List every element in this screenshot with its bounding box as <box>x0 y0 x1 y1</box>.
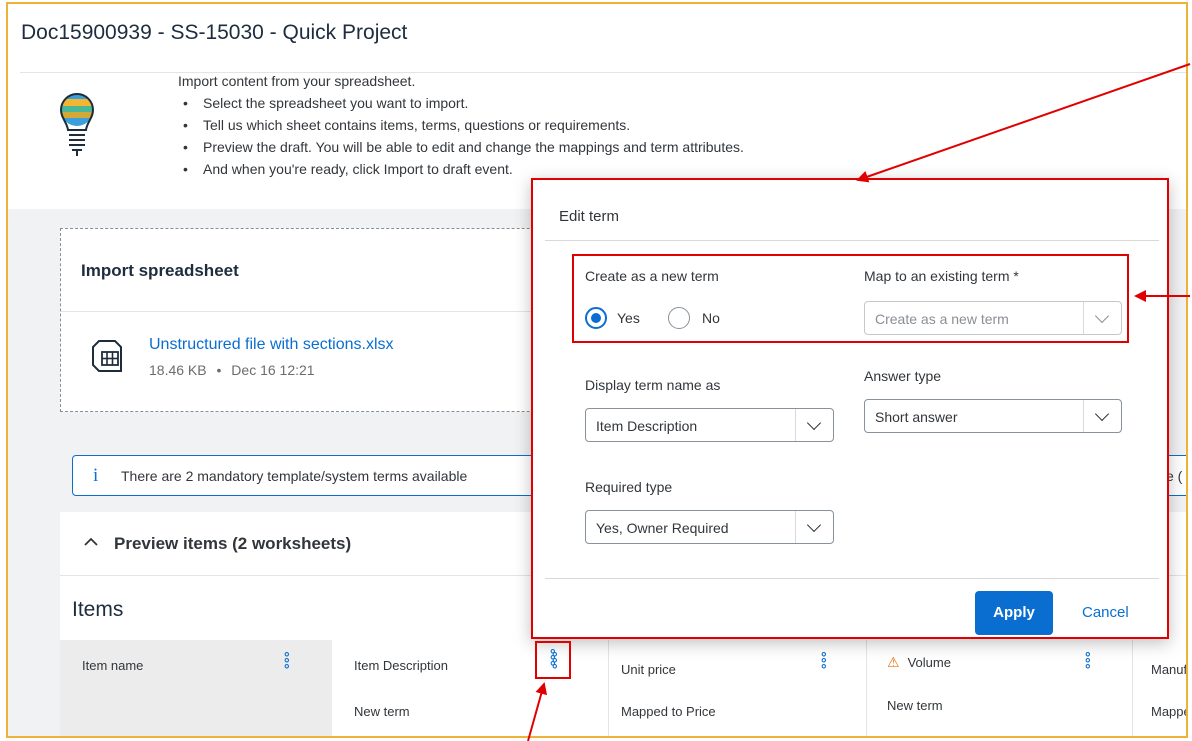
file-size: 18.46 KB <box>149 362 207 378</box>
intro-bullet: And when you're ready, click Import to d… <box>178 158 744 180</box>
required-type-label: Required type <box>585 479 673 495</box>
column-header: Item name <box>82 658 144 673</box>
intro-bullet: Tell us which sheet contains items, term… <box>178 114 744 136</box>
app-frame: Doc15900939 - SS-15030 - Quick Project I… <box>6 2 1188 738</box>
column-mapping: Mapped to Price <box>621 704 716 719</box>
chevron-down-icon[interactable] <box>1083 400 1121 432</box>
required-type-select[interactable]: Yes, Owner Required <box>585 510 834 544</box>
column-volume[interactable]: ⚠ Volume New term ° ° ° <box>867 640 1131 736</box>
column-item-name[interactable]: Item name ° ° ° <box>60 640 332 736</box>
display-term-name-label: Display term name as <box>585 377 721 393</box>
yes-radio[interactable] <box>585 307 607 329</box>
map-existing-term-value: Create as a new term <box>875 311 1009 327</box>
map-existing-term-select[interactable]: Create as a new term <box>864 301 1122 335</box>
column-mapping: New term <box>887 698 943 713</box>
answer-type-label: Answer type <box>864 368 942 384</box>
column-mapping: New term <box>354 704 410 719</box>
create-new-term-label: Create as a new term <box>585 268 719 284</box>
no-radio-label[interactable]: No <box>702 310 720 326</box>
cancel-button[interactable]: Cancel <box>1082 604 1129 621</box>
intro-text: Import content from your spreadsheet. Se… <box>178 70 744 180</box>
answer-type-select[interactable]: Short answer <box>864 399 1122 433</box>
spreadsheet-file-icon <box>92 340 122 372</box>
dialog-footer-divider <box>545 578 1159 579</box>
column-menu-icon[interactable]: ° ° ° <box>550 647 556 673</box>
info-message-text: There are 2 mandatory template/system te… <box>121 468 468 484</box>
column-menu-icon[interactable]: ° ° ° <box>1085 650 1091 676</box>
intro-bullet: Preview the draft. You will be able to e… <box>178 136 744 158</box>
chevron-down-icon[interactable] <box>795 511 833 543</box>
import-spreadsheet-title: Import spreadsheet <box>81 261 239 280</box>
display-term-name-select[interactable]: Item Description <box>585 408 834 442</box>
display-term-name-value: Item Description <box>596 418 698 434</box>
no-radio[interactable] <box>668 307 690 329</box>
apply-button[interactable]: Apply <box>975 591 1053 635</box>
edit-term-dialog: Edit term Create as a new term Yes No Ma… <box>531 178 1169 639</box>
intro-first-line: Import content from your spreadsheet. <box>178 73 416 89</box>
yes-radio-label[interactable]: Yes <box>617 310 640 326</box>
column-header-wrap: ⚠ Volume <box>887 654 951 671</box>
lightbulb-icon <box>59 93 95 156</box>
column-mapping: Mappe <box>1151 704 1188 719</box>
answer-type-value: Short answer <box>875 409 958 425</box>
chevron-down-icon[interactable] <box>795 409 833 441</box>
intro-bullet: Select the spreadsheet you want to impor… <box>178 92 744 114</box>
dialog-header-divider <box>545 240 1159 241</box>
column-menu-highlight: ° ° ° <box>535 641 571 679</box>
required-type-value: Yes, Owner Required <box>596 520 729 536</box>
column-header: Item Description <box>354 658 448 673</box>
warning-icon: ⚠ <box>887 654 900 670</box>
column-header: Volume <box>907 655 951 670</box>
map-existing-term-label: Map to an existing term * <box>864 268 1019 284</box>
dialog-title: Edit term <box>559 208 620 225</box>
preview-items-title[interactable]: Preview items (2 worksheets) <box>114 534 351 554</box>
chevron-down-icon[interactable] <box>1083 302 1121 334</box>
file-meta: 18.46 KB • Dec 16 12:21 <box>149 362 315 378</box>
file-meta-separator: • <box>216 362 222 378</box>
info-message-strip: i There are 2 mandatory template/system … <box>72 455 552 496</box>
column-header: Unit price <box>621 662 676 677</box>
file-date: Dec 16 12:21 <box>231 362 315 378</box>
info-icon: i <box>93 465 99 486</box>
column-header: Manufa <box>1151 662 1188 677</box>
column-menu-icon[interactable]: ° ° ° <box>821 650 827 676</box>
collapse-chevron-icon[interactable] <box>84 534 98 552</box>
spreadsheet-file-link[interactable]: Unstructured file with sections.xlsx <box>149 336 394 354</box>
page-title: Doc15900939 - SS-15030 - Quick Project <box>21 21 408 44</box>
column-unit-price[interactable]: Unit price Mapped to Price ° ° ° <box>609 640 865 736</box>
items-heading: Items <box>72 598 124 621</box>
column-menu-icon[interactable]: ° ° ° <box>284 650 290 676</box>
column-manufacturer[interactable]: Manufa Mappe <box>1133 640 1188 736</box>
